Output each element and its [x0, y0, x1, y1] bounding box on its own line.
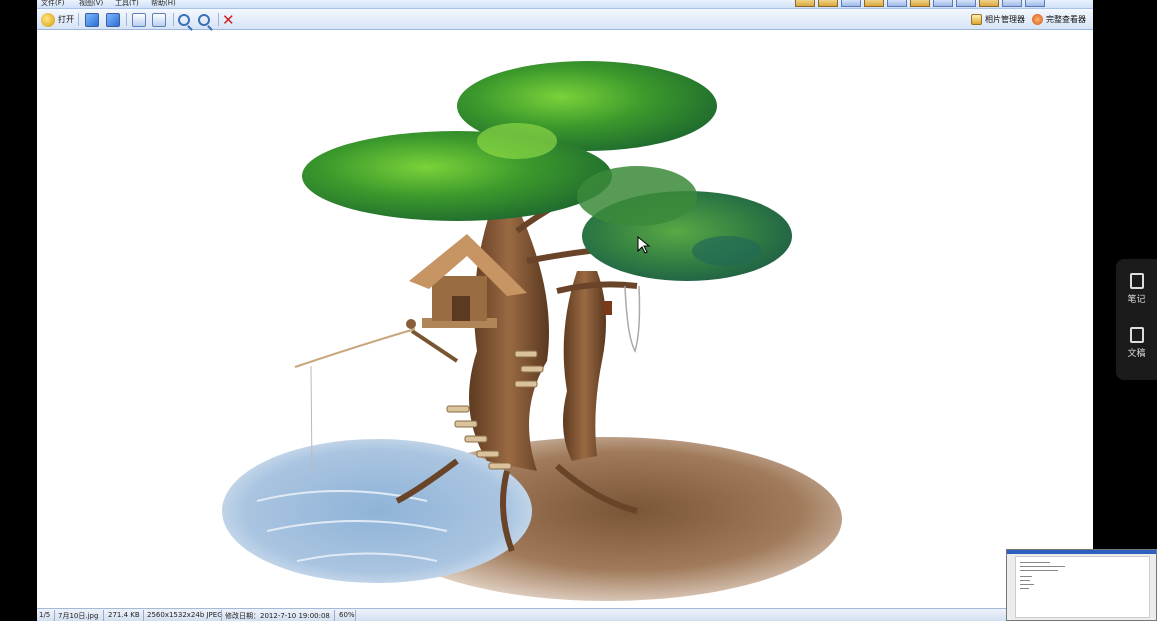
layout-icon-3[interactable] — [841, 0, 861, 7]
globe-icon[interactable] — [887, 0, 907, 7]
menu-tools[interactable]: 工具(T) — [115, 0, 139, 8]
delete-button[interactable]: ✕ — [222, 12, 235, 27]
note-icon — [1129, 273, 1144, 289]
album-icon — [971, 14, 982, 25]
zoom-in-button[interactable] — [178, 12, 190, 27]
people-icon[interactable] — [1002, 0, 1022, 7]
status-divider — [221, 610, 222, 621]
status-divider — [334, 610, 335, 621]
status-divider — [143, 610, 144, 621]
layout-icon-7[interactable] — [956, 0, 976, 7]
toolbar: 打开 ✕ 相片管理器 完整查看器 — [37, 9, 1093, 30]
layout-icon-5[interactable] — [910, 0, 930, 7]
lake — [222, 439, 532, 583]
rotate-right-icon — [152, 12, 166, 27]
tools-icon[interactable] — [1025, 0, 1045, 7]
album-manager-button[interactable]: 相片管理器 — [971, 12, 1025, 27]
menu-bar: 文件(F) 视图(V) 工具(T) 帮助(H) — [37, 0, 1093, 9]
full-viewer-button[interactable]: 完整查看器 — [1032, 12, 1086, 27]
second-trunk — [563, 271, 606, 461]
menu-help[interactable]: 帮助(H) — [151, 0, 176, 8]
full-viewer-label: 完整查看器 — [1046, 15, 1086, 24]
previous-image-button[interactable] — [85, 12, 99, 27]
image-canvas — [37, 31, 1093, 607]
open-label: 打开 — [58, 15, 74, 24]
rotate-left-button[interactable] — [132, 12, 146, 27]
image-prev-icon — [85, 12, 99, 27]
layout-icon-1[interactable] — [795, 0, 815, 7]
toolbar-separator — [173, 13, 174, 26]
open-button[interactable]: 打开 — [41, 12, 74, 27]
toolbar-separator — [78, 13, 79, 26]
screen-thumbnail[interactable] — [1006, 549, 1157, 621]
zoom-out-button[interactable] — [198, 12, 210, 27]
status-zoom: 60% — [339, 611, 355, 619]
notes-label: 笔记 — [1127, 295, 1146, 305]
document-icon — [1129, 327, 1144, 343]
toolbar-separator — [218, 13, 219, 26]
main-trunk — [469, 206, 549, 471]
status-filesize: 271.4 KB — [108, 611, 140, 619]
menu-view[interactable]: 视图(V) — [79, 0, 103, 8]
viewer-icon — [1032, 14, 1043, 25]
rotate-right-button[interactable] — [152, 12, 166, 27]
status-bar: 1/5 7月10日.jpg 271.4 KB 2560x1532x24b JPE… — [37, 608, 1093, 621]
status-divider — [103, 610, 104, 621]
draft-button[interactable]: 文稿 — [1116, 327, 1157, 359]
status-dimensions: 2560x1532x24b JPEG — [147, 611, 223, 619]
layout-icon-6[interactable] — [933, 0, 953, 7]
layout-icon-2[interactable] — [818, 0, 838, 7]
rotate-left-icon — [132, 12, 146, 27]
toolbar-separator — [126, 13, 127, 26]
layout-icon-4[interactable] — [864, 0, 884, 7]
zoom-out-icon — [198, 13, 210, 26]
close-icon: ✕ — [222, 10, 235, 29]
notes-button[interactable]: 笔记 — [1116, 273, 1157, 305]
image-next-icon — [106, 12, 120, 27]
menu-file[interactable]: 文件(F) — [41, 0, 65, 8]
status-divider — [355, 610, 356, 621]
layout-icon-8[interactable] — [979, 0, 999, 7]
status-page: 1/5 — [39, 611, 51, 619]
lantern — [603, 301, 612, 315]
image-viewer-window: 文件(F) 视图(V) 工具(T) 帮助(H) 打开 ✕ 相片管理器 完整查看器… — [37, 0, 1093, 621]
folder-open-icon — [41, 12, 55, 27]
status-filename: 7月10日.jpg — [58, 612, 99, 620]
status-modified: 修改日期：2012-7-10 19:00:08 — [225, 612, 330, 620]
album-manager-label: 相片管理器 — [985, 15, 1025, 24]
top-toolbar-icons — [795, 0, 1045, 7]
thumbnail-document — [1015, 556, 1150, 618]
next-image-button[interactable] — [106, 12, 120, 27]
zoom-in-icon — [178, 13, 190, 26]
status-divider — [54, 610, 55, 621]
thumbnail-titlebar — [1007, 550, 1156, 554]
canopy-left — [302, 131, 612, 221]
draft-label: 文稿 — [1127, 349, 1146, 359]
side-panel: 笔记 文稿 — [1116, 259, 1157, 380]
treehouse-painting — [222, 61, 842, 601]
